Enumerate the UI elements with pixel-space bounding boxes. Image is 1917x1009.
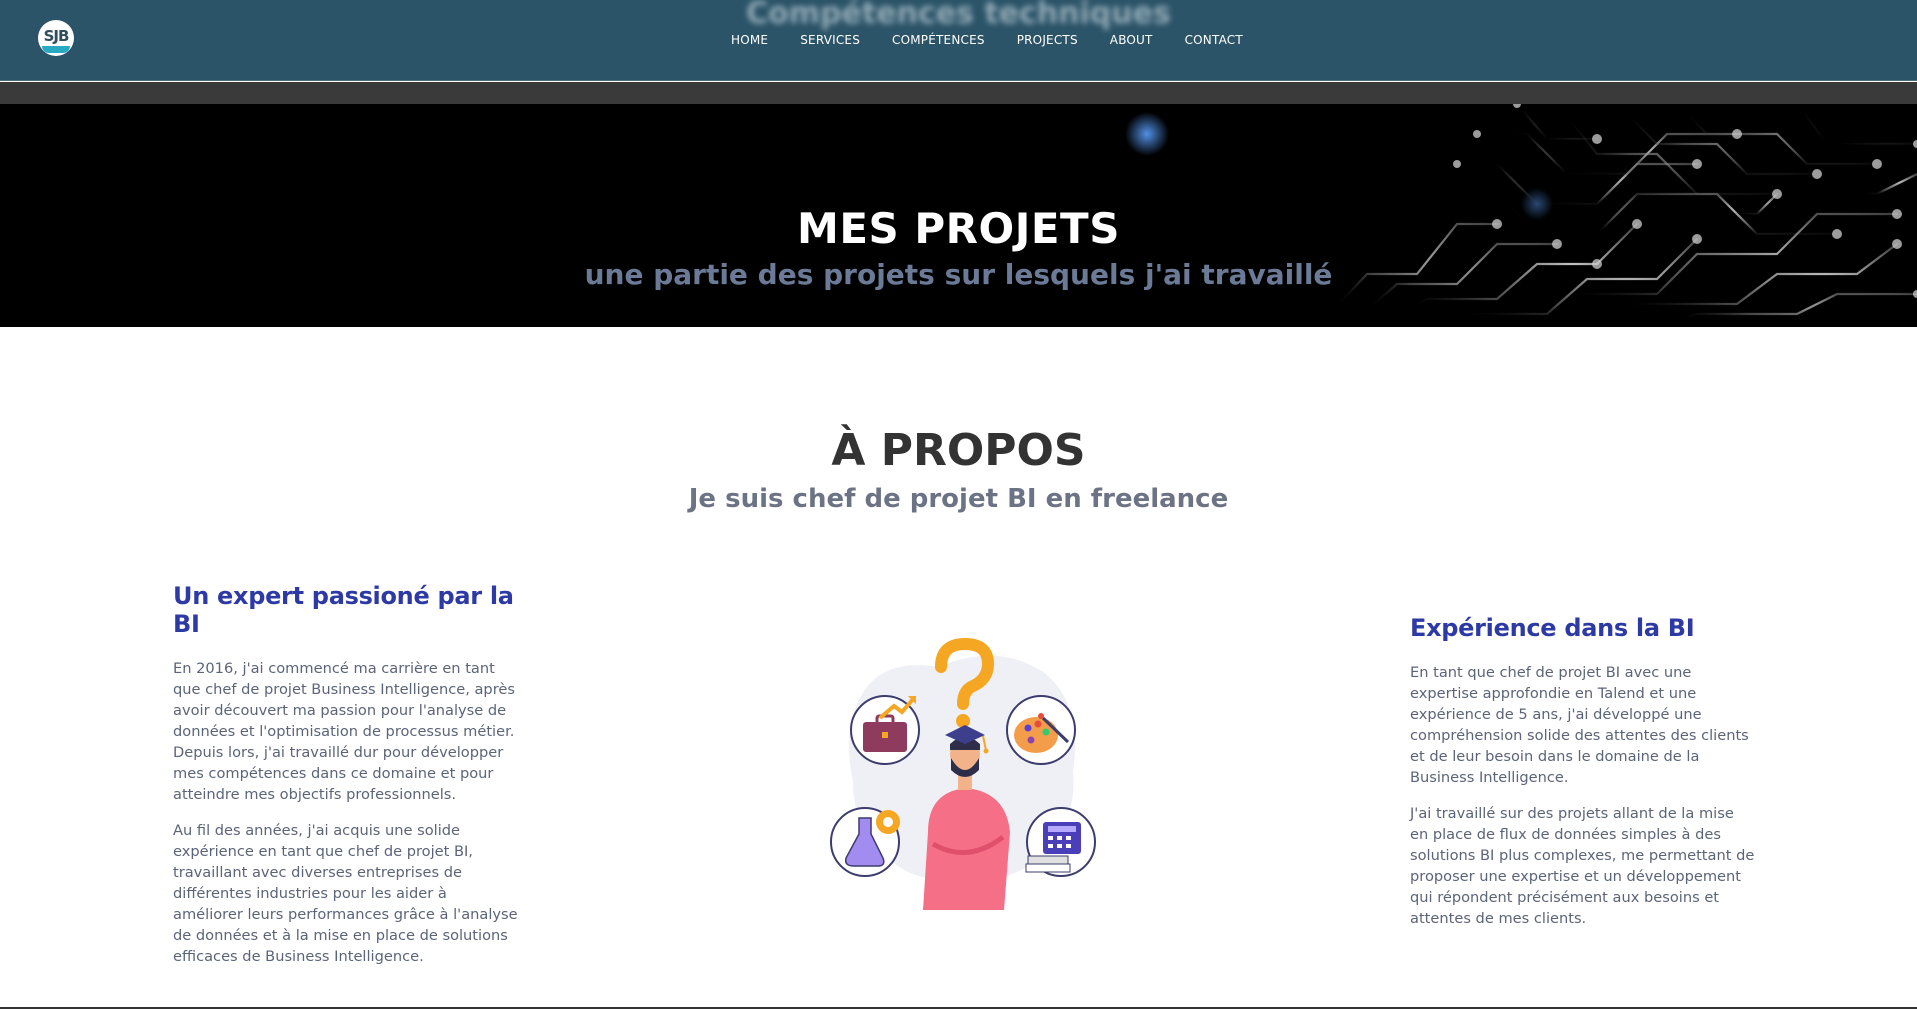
palette-icon bbox=[1006, 695, 1076, 765]
about-subtitle: Je suis chef de projet BI en freelance bbox=[688, 484, 1229, 514]
right-paragraph-2: J'ai travaillé sur des projets allant de… bbox=[1410, 805, 1755, 927]
right-paragraph-1: En tant que chef de projet BI avec une e… bbox=[1410, 664, 1749, 786]
left-paragraph-1: En 2016, j'ai commencé ma carrière en ta… bbox=[173, 660, 515, 803]
ghost-section-title: Compétences techniques bbox=[746, 0, 1171, 31]
nav-projects[interactable]: PROJECTS bbox=[1017, 33, 1078, 47]
left-paragraph-2: Au fil des années, j'ai acquis une solid… bbox=[173, 822, 518, 965]
nav-about[interactable]: ABOUT bbox=[1110, 33, 1153, 47]
projects-hero: MES PROJETS une partie des projets sur l… bbox=[0, 104, 1917, 327]
left-heading: Un expert passioné par la BI bbox=[173, 582, 514, 638]
skills-illustration bbox=[828, 632, 1098, 912]
header-divider-strip bbox=[0, 82, 1917, 104]
calculator-icon bbox=[1025, 807, 1096, 877]
logo-text: SJB bbox=[43, 27, 70, 45]
briefcase-icon bbox=[850, 695, 920, 765]
about-title: À PROPOS bbox=[831, 425, 1086, 476]
site-header: SJB Compétences techniques HOME SERVICES… bbox=[0, 0, 1917, 81]
right-heading: Expérience dans la BI bbox=[1410, 614, 1695, 642]
about-left-column: Un expert passioné par la BI En 2016, j'… bbox=[173, 582, 518, 982]
flask-icon bbox=[830, 807, 900, 877]
hero-subtitle: une partie des projets sur lesquels j'ai… bbox=[584, 258, 1333, 291]
hero-title: MES PROJETS bbox=[797, 204, 1120, 253]
nav-services[interactable]: SERVICES bbox=[800, 33, 860, 47]
about-right-column: Expérience dans la BI En tant que chef d… bbox=[1410, 614, 1755, 944]
main-nav: HOME SERVICES COMPÉTENCES PROJECTS ABOUT… bbox=[731, 33, 1243, 47]
nav-competences[interactable]: COMPÉTENCES bbox=[892, 33, 985, 47]
nav-contact[interactable]: CONTACT bbox=[1185, 33, 1243, 47]
nav-home[interactable]: HOME bbox=[731, 33, 768, 47]
